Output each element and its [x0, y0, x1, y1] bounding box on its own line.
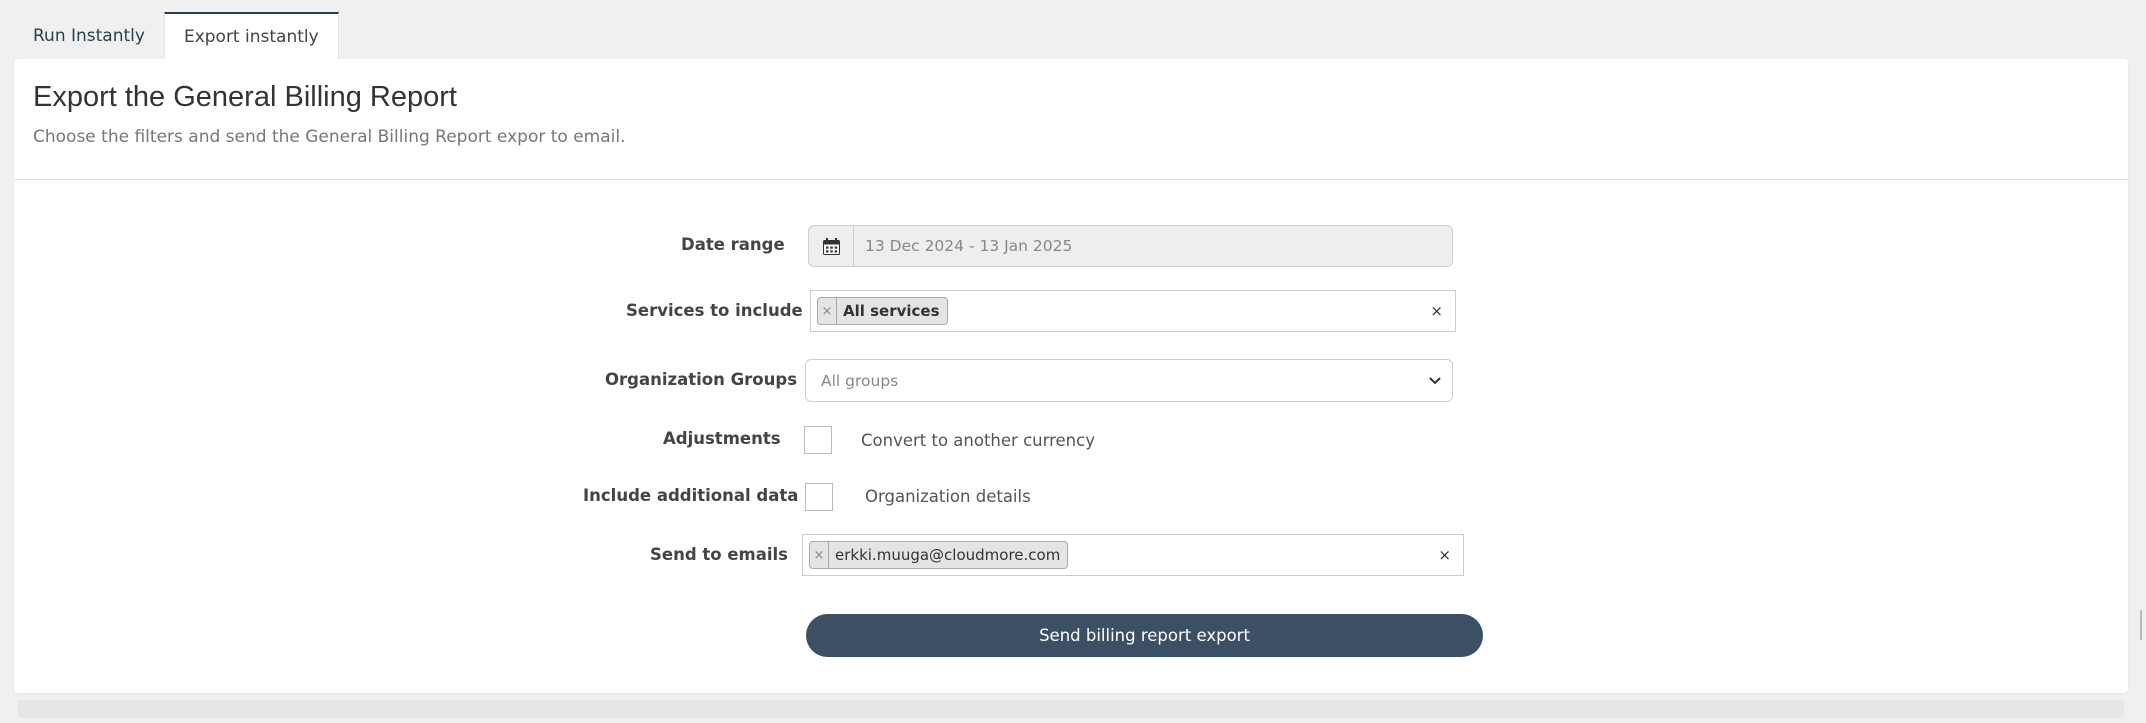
org-groups-label: Organization Groups	[605, 370, 798, 389]
card-header: Export the General Billing Report Choose…	[14, 59, 2128, 180]
emails-multiselect[interactable]: × erkki.muuga@cloudmore.com ×	[802, 534, 1464, 576]
date-range-value: 13 Dec 2024 - 13 Jan 2025	[865, 237, 1073, 255]
clear-services-icon[interactable]: ×	[1430, 302, 1443, 320]
tab-run-instantly[interactable]: Run Instantly	[14, 12, 164, 59]
tab-export-instantly[interactable]: Export instantly	[163, 12, 339, 59]
org-groups-selected: All groups	[821, 371, 899, 390]
additional-data-label: Include additional data	[583, 486, 799, 505]
adjustments-label: Adjustments	[663, 429, 781, 448]
email-tag: × erkki.muuga@cloudmore.com	[809, 541, 1069, 569]
convert-currency-label[interactable]: Convert to another currency	[861, 431, 1095, 450]
scroll-edge-indicator	[2140, 610, 2142, 640]
remove-tag-icon[interactable]: ×	[810, 542, 829, 568]
org-groups-select[interactable]: All groups	[805, 359, 1453, 402]
services-label: Services to include	[626, 301, 803, 320]
services-multiselect[interactable]: × All services ×	[810, 290, 1456, 332]
tag-label: erkki.muuga@cloudmore.com	[835, 546, 1061, 564]
tab-bar: Run Instantly Export instantly	[14, 12, 339, 60]
calendar-icon[interactable]	[809, 226, 854, 266]
page-subtitle: Choose the filters and send the General …	[33, 127, 626, 147]
service-tag-all-services: × All services	[817, 297, 948, 325]
organization-details-label[interactable]: Organization details	[865, 487, 1031, 506]
date-range-label: Date range	[681, 235, 785, 254]
page-title: Export the General Billing Report	[33, 81, 457, 113]
emails-label: Send to emails	[650, 545, 788, 564]
convert-currency-checkbox[interactable]	[804, 426, 832, 454]
chevron-down-icon	[1429, 377, 1441, 385]
organization-details-checkbox[interactable]	[805, 483, 833, 511]
card-footer-strip	[18, 700, 2124, 718]
send-billing-report-button[interactable]: Send billing report export	[806, 614, 1483, 657]
clear-emails-icon[interactable]: ×	[1438, 546, 1451, 564]
date-range-input[interactable]: 13 Dec 2024 - 13 Jan 2025	[808, 225, 1453, 267]
tag-label: All services	[843, 302, 940, 320]
remove-tag-icon[interactable]: ×	[818, 298, 837, 324]
